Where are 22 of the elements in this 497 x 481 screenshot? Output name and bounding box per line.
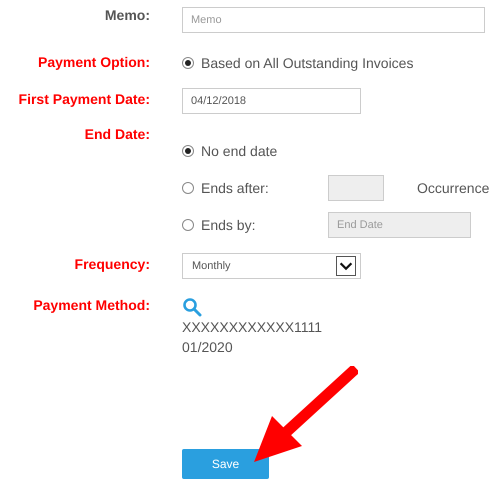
radio-label: Ends after: <box>201 180 269 196</box>
card-number: XXXXXXXXXXXX1111 <box>182 318 324 337</box>
radio-button[interactable] <box>182 182 194 194</box>
search-icon[interactable] <box>182 297 202 317</box>
field-label: Payment Option: <box>38 54 150 70</box>
field-label: First Payment Date: <box>18 91 150 107</box>
occurrence-label: Occurrence <box>417 180 490 196</box>
card-expiry: 01/2020 <box>182 338 234 357</box>
date-field[interactable]: 04/12/2018 <box>182 88 361 114</box>
radio-label: No end date <box>201 143 278 159</box>
radio-button[interactable] <box>182 145 194 157</box>
radio-label: Ends by: <box>201 217 256 233</box>
field-label: Frequency: <box>74 256 150 272</box>
radio-button[interactable] <box>182 219 194 231</box>
field-label: End Date: <box>84 126 150 142</box>
frequency-dropdown[interactable]: Monthly <box>182 253 361 279</box>
radio-button[interactable] <box>182 57 194 69</box>
radio-label: Based on All Outstanding Invoices <box>201 55 414 71</box>
memo-field[interactable]: Memo <box>182 7 485 33</box>
field-label: Memo: <box>104 7 150 25</box>
chevron-down-icon <box>336 256 356 276</box>
field-label: Payment Method: <box>33 297 150 313</box>
